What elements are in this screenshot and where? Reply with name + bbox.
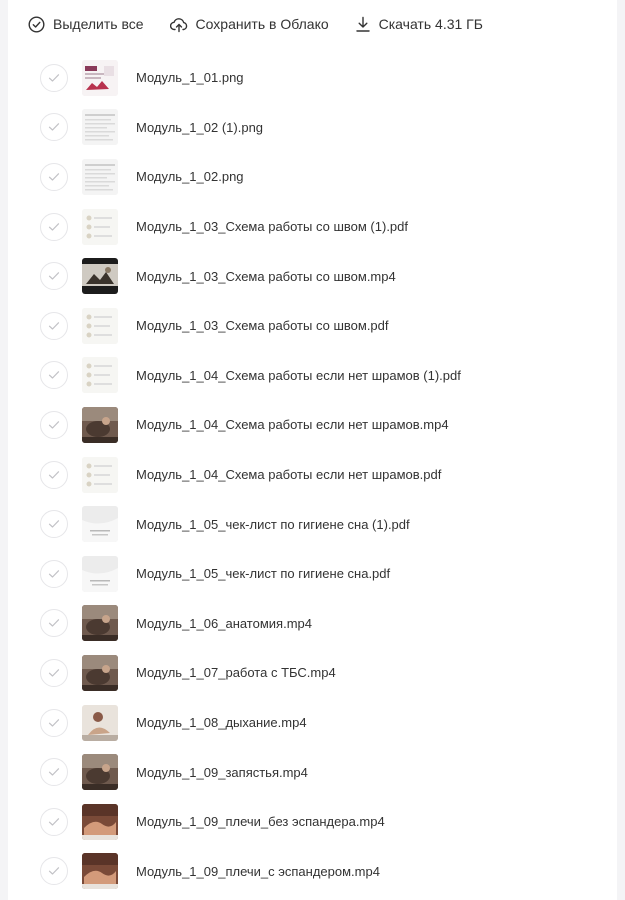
file-select-checkbox[interactable] bbox=[40, 311, 68, 340]
file-name[interactable]: Модуль_1_08_дыхание.mp4 bbox=[136, 715, 307, 730]
file-thumbnail[interactable] bbox=[82, 605, 118, 642]
file-thumbnail[interactable] bbox=[82, 555, 118, 592]
checkmark-icon bbox=[48, 768, 60, 776]
file-row[interactable]: Модуль_1_03_Схема работы со швом (1).pdf bbox=[8, 202, 617, 252]
file-select-checkbox[interactable] bbox=[40, 708, 68, 737]
checkmark-icon bbox=[48, 371, 60, 379]
checkmark-icon bbox=[48, 173, 60, 181]
file-row[interactable]: Модуль_1_04_Схема работы если нет шрамов… bbox=[8, 400, 617, 450]
file-select-checkbox[interactable] bbox=[40, 857, 68, 886]
file-thumbnail[interactable] bbox=[82, 258, 118, 295]
file-thumbnail[interactable] bbox=[82, 654, 118, 691]
file-name[interactable]: Модуль_1_02.png bbox=[136, 169, 244, 184]
download-icon bbox=[355, 16, 379, 33]
file-thumbnail[interactable] bbox=[82, 208, 118, 245]
select-all-label: Выделить все bbox=[53, 16, 144, 32]
file-thumbnail[interactable] bbox=[82, 704, 118, 741]
file-row[interactable]: Модуль_1_08_дыхание.mp4 bbox=[8, 698, 617, 748]
checkmark-icon bbox=[48, 73, 60, 82]
save-to-cloud-button[interactable]: Сохранить в Облако bbox=[169, 16, 329, 33]
file-select-checkbox[interactable] bbox=[40, 361, 68, 390]
file-name[interactable]: Модуль_1_06_анатомия.mp4 bbox=[136, 616, 312, 631]
file-name[interactable]: Модуль_1_01.png bbox=[136, 70, 244, 85]
file-row[interactable]: Модуль_1_07_работа с ТБС.mp4 bbox=[8, 648, 617, 698]
file-row[interactable]: Модуль_1_09_запястья.mp4 bbox=[8, 747, 617, 797]
checkmark-icon bbox=[48, 321, 60, 330]
checkmark-icon bbox=[48, 619, 60, 627]
download-label: Скачать 4.31 ГБ bbox=[378, 16, 483, 32]
file-thumbnail[interactable] bbox=[82, 109, 118, 146]
file-select-checkbox[interactable] bbox=[40, 460, 68, 489]
file-select-checkbox[interactable] bbox=[40, 262, 68, 291]
checkmark-icon bbox=[48, 520, 60, 528]
file-row[interactable]: Модуль_1_04_Схема работы если нет шрамов… bbox=[8, 450, 617, 500]
file-row[interactable]: Модуль_1_09_плечи_с эспандером.mp4 bbox=[8, 847, 617, 897]
file-thumbnail[interactable] bbox=[82, 456, 118, 493]
file-name[interactable]: Модуль_1_05_чек-лист по гигиене сна.pdf bbox=[136, 566, 390, 581]
file-select-checkbox[interactable] bbox=[40, 559, 68, 588]
file-row[interactable]: Модуль_1_05_чек-лист по гигиене сна.pdf bbox=[8, 549, 617, 599]
file-row[interactable]: Модуль_1_05_чек-лист по гигиене сна (1).… bbox=[8, 499, 617, 549]
file-select-checkbox[interactable] bbox=[40, 410, 68, 439]
toolbar: Выделить все Сохранить в Облако Скачать … bbox=[28, 8, 509, 40]
checkmark-icon bbox=[48, 718, 60, 727]
file-name[interactable]: Модуль_1_03_Схема работы со швом (1).pdf bbox=[136, 219, 408, 234]
file-select-checkbox[interactable] bbox=[40, 658, 68, 687]
file-row[interactable]: Модуль_1_06_анатомия.mp4 bbox=[8, 599, 617, 649]
select-all-button[interactable]: Выделить все bbox=[28, 15, 144, 33]
file-select-checkbox[interactable] bbox=[40, 162, 68, 191]
file-name[interactable]: Модуль_1_03_Схема работы со швом.mp4 bbox=[136, 269, 396, 284]
file-name[interactable]: Модуль_1_09_плечи_без эспандера.mp4 bbox=[136, 814, 385, 829]
checkmark-icon bbox=[48, 421, 60, 429]
file-thumbnail[interactable] bbox=[82, 307, 118, 344]
checkmark-icon bbox=[48, 867, 60, 875]
file-select-checkbox[interactable] bbox=[40, 510, 68, 539]
file-list: Модуль_1_01.png Модуль_1_02 (1).png Модуль… bbox=[8, 53, 617, 896]
file-name[interactable]: Модуль_1_04_Схема работы если нет шрамов… bbox=[136, 417, 449, 432]
file-thumbnail[interactable] bbox=[82, 357, 118, 394]
file-row[interactable]: Модуль_1_01.png bbox=[8, 53, 617, 103]
file-row[interactable]: Модуль_1_02.png bbox=[8, 152, 617, 202]
file-row[interactable]: Модуль_1_02 (1).png bbox=[8, 103, 617, 153]
file-thumbnail[interactable] bbox=[82, 803, 118, 840]
checkmark-icon bbox=[48, 569, 60, 578]
file-name[interactable]: Модуль_1_05_чек-лист по гигиене сна (1).… bbox=[136, 517, 410, 532]
file-select-checkbox[interactable] bbox=[40, 807, 68, 836]
check-circle-icon bbox=[28, 15, 53, 33]
file-name[interactable]: Модуль_1_02 (1).png bbox=[136, 120, 263, 135]
file-select-checkbox[interactable] bbox=[40, 758, 68, 787]
file-row[interactable]: Модуль_1_04_Схема работы если нет шрамов… bbox=[8, 351, 617, 401]
cloud-upload-icon bbox=[169, 16, 196, 33]
page: Выделить все Сохранить в Облако Скачать … bbox=[8, 0, 617, 900]
checkmark-icon bbox=[48, 470, 60, 479]
file-row[interactable]: Модуль_1_03_Схема работы со швом.pdf bbox=[8, 301, 617, 351]
file-row[interactable]: Модуль_1_03_Схема работы со швом.mp4 bbox=[8, 251, 617, 301]
file-thumbnail[interactable] bbox=[82, 406, 118, 443]
checkmark-icon bbox=[48, 272, 60, 280]
file-name[interactable]: Модуль_1_03_Схема работы со швом.pdf bbox=[136, 318, 389, 333]
file-name[interactable]: Модуль_1_09_запястья.mp4 bbox=[136, 765, 308, 780]
file-select-checkbox[interactable] bbox=[40, 63, 68, 92]
file-name[interactable]: Модуль_1_09_плечи_с эспандером.mp4 bbox=[136, 864, 380, 879]
file-name[interactable]: Модуль_1_07_работа с ТБС.mp4 bbox=[136, 665, 336, 680]
checkmark-icon bbox=[48, 222, 60, 231]
file-select-checkbox[interactable] bbox=[40, 113, 68, 142]
file-select-checkbox[interactable] bbox=[40, 609, 68, 638]
save-to-cloud-label: Сохранить в Облако bbox=[195, 16, 329, 32]
file-thumbnail[interactable] bbox=[82, 158, 118, 195]
file-thumbnail[interactable] bbox=[82, 506, 118, 543]
file-thumbnail[interactable] bbox=[82, 754, 118, 791]
file-thumbnail[interactable] bbox=[82, 59, 118, 96]
file-row[interactable]: Модуль_1_09_плечи_без эспандера.mp4 bbox=[8, 797, 617, 847]
checkmark-icon bbox=[48, 669, 60, 677]
checkmark-icon bbox=[48, 123, 60, 131]
download-button[interactable]: Скачать 4.31 ГБ bbox=[355, 16, 483, 33]
checkmark-icon bbox=[48, 817, 60, 826]
file-name[interactable]: Модуль_1_04_Схема работы если нет шрамов… bbox=[136, 467, 441, 482]
file-select-checkbox[interactable] bbox=[40, 212, 68, 241]
file-thumbnail[interactable] bbox=[82, 853, 118, 890]
file-name[interactable]: Модуль_1_04_Схема работы если нет шрамов… bbox=[136, 368, 461, 383]
